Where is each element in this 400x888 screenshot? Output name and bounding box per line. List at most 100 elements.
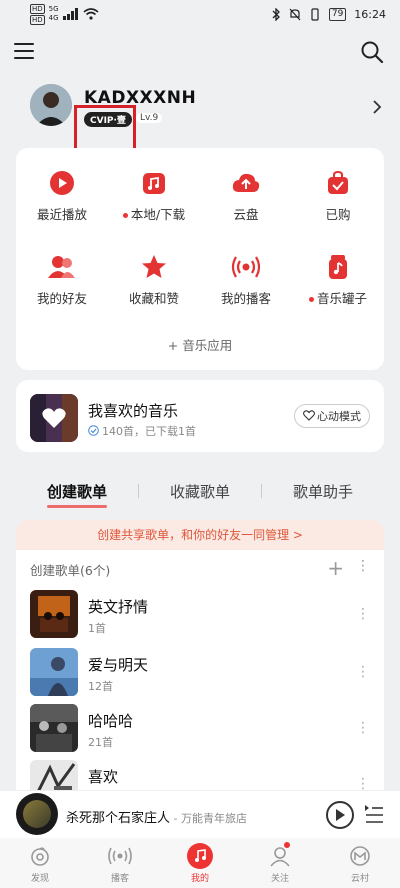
playlist-tabs: 创建歌单 收藏歌单 歌单助手 xyxy=(16,476,384,506)
recent-play-button[interactable]: 最近播放 xyxy=(16,168,108,252)
artist-name: 万能青年旅店 xyxy=(180,812,247,825)
tab-assistant[interactable]: 歌单助手 xyxy=(262,481,384,502)
more-icon[interactable]: ⋮ xyxy=(356,558,370,574)
battery-level: 79 xyxy=(328,7,347,21)
friends-button[interactable]: 我的好友 xyxy=(16,252,108,336)
menu-icon[interactable] xyxy=(14,43,34,59)
grid-label: 最近播放 xyxy=(36,207,87,222)
signal-label-2: 4G xyxy=(48,14,59,22)
playlist-name: 喜欢 xyxy=(88,768,119,786)
more-icon[interactable]: ⋮ xyxy=(356,720,370,736)
quick-access-grid: 最近播放 本地/下载 云盘 已购 我的好友 收藏和赞 我的播客 音乐罐子 xyxy=(16,148,384,336)
bluetooth-icon xyxy=(272,7,280,21)
playlist-cover xyxy=(30,590,78,638)
local-music-icon xyxy=(139,168,169,198)
podcast-nav-icon xyxy=(107,843,133,869)
discover-icon xyxy=(27,843,53,869)
mini-player[interactable]: 杀死那个石家庄人 - 万能青年旅店 xyxy=(0,790,400,838)
search-icon[interactable] xyxy=(360,40,384,64)
grid-label: 我的好友 xyxy=(36,291,87,306)
playlist-count: 12首 xyxy=(88,680,113,693)
nav-label: 发现 xyxy=(30,873,49,884)
heartbeat-mode-button[interactable]: 心动模式 xyxy=(294,404,370,428)
purchased-bag-icon xyxy=(323,168,353,198)
podcast-icon xyxy=(231,252,261,282)
artist-separator: - xyxy=(170,812,181,825)
nav-follow[interactable]: 关注 xyxy=(240,838,320,888)
cloud-upload-icon xyxy=(231,168,261,198)
grid-label: 我的播客 xyxy=(220,291,271,306)
highlight-box xyxy=(74,105,136,153)
clock: 16:24 xyxy=(354,7,386,21)
playlist-count: 1首 xyxy=(88,622,106,635)
playlist-row[interactable]: 爱与明天 12首 ⋮ xyxy=(30,648,370,698)
playlist-cover xyxy=(30,704,78,752)
wifi-icon xyxy=(83,8,99,20)
chevron-right-icon[interactable] xyxy=(372,100,382,114)
more-icon[interactable]: ⋮ xyxy=(356,606,370,622)
liked-music-count: 140首，已下载1首 xyxy=(102,425,196,438)
grid-label: 已购 xyxy=(325,207,351,222)
my-music-icon xyxy=(187,842,213,869)
liked-music-cover xyxy=(30,394,78,442)
shared-playlist-banner[interactable]: 创建共享歌单，和你的好友一同管理 > xyxy=(16,520,384,550)
vibrate-icon xyxy=(311,7,319,21)
playlist-name: 英文抒情 xyxy=(88,598,149,616)
play-button[interactable] xyxy=(326,801,354,829)
cloud-drive-button[interactable]: 云盘 xyxy=(200,168,292,252)
status-right: 79 16:24 xyxy=(272,7,386,21)
playlist-row[interactable]: 喜欢 ⋮ xyxy=(30,760,370,790)
music-jar-icon xyxy=(323,252,353,282)
more-icon[interactable]: ⋮ xyxy=(356,664,370,680)
notification-dot xyxy=(284,842,290,848)
grid-label: 本地/下载 xyxy=(130,207,186,222)
music-jar-button[interactable]: 音乐罐子 xyxy=(292,252,384,336)
avatar[interactable] xyxy=(30,84,72,126)
more-icon[interactable]: ⋮ xyxy=(356,776,370,790)
hd-badge-2: HD xyxy=(30,14,45,25)
song-title: 杀死那个石家庄人 xyxy=(66,811,171,826)
playlist-row[interactable]: 英文抒情 1首 ⋮ xyxy=(30,590,370,640)
grid-label: 云盘 xyxy=(233,207,259,222)
play-icon xyxy=(336,809,345,821)
music-apps-button[interactable]: + 音乐应用 xyxy=(16,335,384,354)
playlist-cover xyxy=(30,648,78,696)
level-badge[interactable]: Lv.9 xyxy=(136,113,163,123)
tab-collected[interactable]: 收藏歌单 xyxy=(139,481,261,502)
hd-badge-1: HD xyxy=(30,3,45,14)
favorites-button[interactable]: 收藏和赞 xyxy=(108,252,200,336)
mute-bell-icon xyxy=(289,8,301,20)
nav-cloud-village[interactable]: 云村 xyxy=(320,838,400,888)
my-podcast-button[interactable]: 我的播客 xyxy=(200,252,292,336)
playlist-row[interactable]: 哈哈哈 21首 ⋮ xyxy=(30,704,370,754)
liked-music-sub: 140首，已下载1首 xyxy=(88,423,196,439)
signal-label-1: 5G xyxy=(48,5,59,13)
nav-my-music[interactable]: 我的 xyxy=(160,838,240,888)
playlist-name: 爱与明天 xyxy=(88,656,149,674)
tab-created[interactable]: 创建歌单 xyxy=(16,481,138,502)
nav-discover[interactable]: 发现 xyxy=(0,838,80,888)
nav-podcast[interactable]: 播客 xyxy=(80,838,160,888)
local-download-button[interactable]: 本地/下载 xyxy=(108,168,200,252)
cloud-village-icon xyxy=(347,843,373,869)
play-circle-icon xyxy=(47,168,77,198)
check-circle-icon xyxy=(88,425,99,436)
playlist-queue-icon[interactable] xyxy=(364,803,384,825)
playlist-name: 哈哈哈 xyxy=(88,712,134,730)
liked-music-title: 我喜欢的音乐 xyxy=(88,402,179,420)
created-playlists-card: 创建歌单(6个) + ⋮ 英文抒情 1首 ⋮ 爱与明天 12首 ⋮ 哈哈哈 21… xyxy=(16,550,384,790)
top-bar xyxy=(0,36,400,70)
add-playlist-icon[interactable]: + xyxy=(327,556,344,580)
liked-music-card[interactable]: 我喜欢的音乐 140首，已下载1首 心动模式 xyxy=(16,380,384,452)
new-dot xyxy=(308,297,314,302)
playlist-cover xyxy=(30,760,78,790)
now-playing-info: 杀死那个石家庄人 - 万能青年旅店 xyxy=(66,807,247,826)
heart-icon xyxy=(303,410,315,421)
grid-label: 音乐罐子 xyxy=(316,291,367,306)
heartbeat-mode-label: 心动模式 xyxy=(317,410,361,423)
now-playing-cover[interactable] xyxy=(16,793,58,835)
new-dot xyxy=(122,213,128,218)
nav-label: 云村 xyxy=(350,873,369,884)
status-bar: HD HD 5G 4G 79 16:24 xyxy=(0,0,400,28)
purchased-button[interactable]: 已购 xyxy=(292,168,384,252)
